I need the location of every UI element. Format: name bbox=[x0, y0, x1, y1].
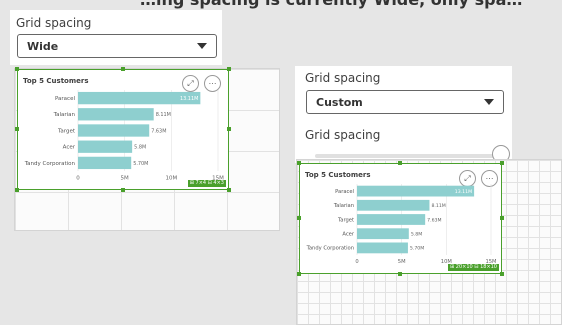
bar bbox=[357, 242, 408, 254]
bar bbox=[357, 214, 426, 225]
x-tick-label: 0 bbox=[76, 176, 80, 182]
grid-spacing-slider-label: Grid spacing bbox=[305, 128, 381, 142]
x-tick-label: 5M bbox=[121, 176, 129, 182]
resize-handle[interactable] bbox=[227, 188, 231, 192]
category-label: Paracel bbox=[55, 96, 75, 102]
screenshot-root: …ing spacing is currently Wide, only spa… bbox=[0, 0, 562, 325]
bar bbox=[357, 199, 430, 211]
data-label: 13.11M bbox=[180, 96, 198, 102]
left-bar-chart: 0 5M 10M 15MParacel 13.11MTalarian 8.11MTarge… bbox=[24, 90, 224, 182]
resize-handle[interactable] bbox=[398, 272, 402, 276]
data-label: 13.11M bbox=[455, 189, 472, 195]
grid-spacing-label: Grid spacing bbox=[16, 16, 92, 30]
category-label: Tandy Corporation bbox=[24, 161, 76, 167]
resize-handle[interactable] bbox=[297, 272, 301, 276]
resize-handle[interactable] bbox=[15, 188, 19, 192]
category-label: Target bbox=[57, 128, 76, 134]
chevron-down-icon bbox=[484, 99, 494, 105]
grid-spacing-dropdown[interactable]: Custom bbox=[306, 90, 504, 114]
category-label: Target bbox=[337, 217, 354, 223]
resize-handle[interactable] bbox=[500, 161, 504, 165]
resize-handle[interactable] bbox=[500, 216, 504, 220]
bar bbox=[357, 228, 409, 240]
data-label: 8.11M bbox=[156, 112, 171, 118]
data-label: 5.8M bbox=[134, 145, 146, 151]
category-label: Paracel bbox=[335, 189, 354, 195]
grid-spacing-label: Grid spacing bbox=[305, 71, 381, 85]
chart-title: Top 5 Customers bbox=[23, 77, 89, 85]
category-label: Talarian bbox=[53, 112, 76, 118]
category-label: Talarian bbox=[333, 203, 354, 209]
right-property-panel: Grid spacing Custom Grid spacing bbox=[295, 66, 512, 163]
chevron-down-icon bbox=[197, 43, 207, 49]
category-label: Acer bbox=[342, 232, 355, 238]
left-chart-card[interactable]: Top 5 Customers ⤢ ⋯ 0 5M 10M 15M Paracel 13.1… bbox=[17, 69, 229, 190]
resize-handle[interactable] bbox=[121, 188, 125, 192]
resize-handle[interactable] bbox=[398, 161, 402, 165]
resize-handle[interactable] bbox=[227, 67, 231, 71]
data-label: 5.70M bbox=[410, 246, 424, 252]
resize-handle[interactable] bbox=[121, 67, 125, 71]
bar bbox=[78, 124, 150, 137]
resize-handle[interactable] bbox=[15, 67, 19, 71]
category-label: Tandy Corporation bbox=[306, 246, 354, 252]
left-property-panel: Grid spacing Wide bbox=[10, 10, 222, 65]
dropdown-value: Custom bbox=[316, 95, 363, 109]
data-label: 5.70M bbox=[133, 161, 148, 167]
category-label: Acer bbox=[63, 145, 76, 151]
resize-handle[interactable] bbox=[297, 161, 301, 165]
data-label: 7.63M bbox=[151, 128, 166, 134]
dropdown-value: Wide bbox=[27, 39, 59, 53]
grid-spacing-dropdown[interactable]: Wide bbox=[17, 34, 217, 58]
resize-handle[interactable] bbox=[15, 127, 19, 131]
data-label: 7.63M bbox=[427, 217, 441, 223]
bar bbox=[78, 140, 133, 153]
chart-title: Top 5 Customers bbox=[305, 171, 371, 179]
size-badge: ⊞ 20×10 ⊟ 18×10 bbox=[448, 264, 499, 271]
right-chart-card[interactable]: Top 5 Customers ⤢ ⋯ 0 5M 10M 15M Paracel 13.1… bbox=[299, 163, 502, 274]
x-tick-label: 10M bbox=[165, 176, 177, 182]
resize-handle[interactable] bbox=[227, 127, 231, 131]
bar bbox=[78, 108, 154, 121]
data-label: 5.8M bbox=[411, 232, 422, 238]
data-label: 8.11M bbox=[431, 203, 445, 209]
resize-handle[interactable] bbox=[500, 272, 504, 276]
size-badge: ⊞ 7×4 ⊟ 4×3 bbox=[187, 180, 226, 187]
bar bbox=[78, 156, 132, 170]
resize-handle[interactable] bbox=[297, 216, 301, 220]
grid-spacing-slider[interactable] bbox=[315, 154, 501, 158]
right-bar-chart: 0 5M 10M 15MParacel 13.11MTalarian 8.11MTarge… bbox=[306, 184, 497, 265]
cut-off-heading: …ing spacing is currently Wide, only spa… bbox=[140, 0, 522, 9]
x-tick-label: 5M bbox=[398, 259, 406, 265]
x-tick-label: 0 bbox=[355, 259, 358, 265]
